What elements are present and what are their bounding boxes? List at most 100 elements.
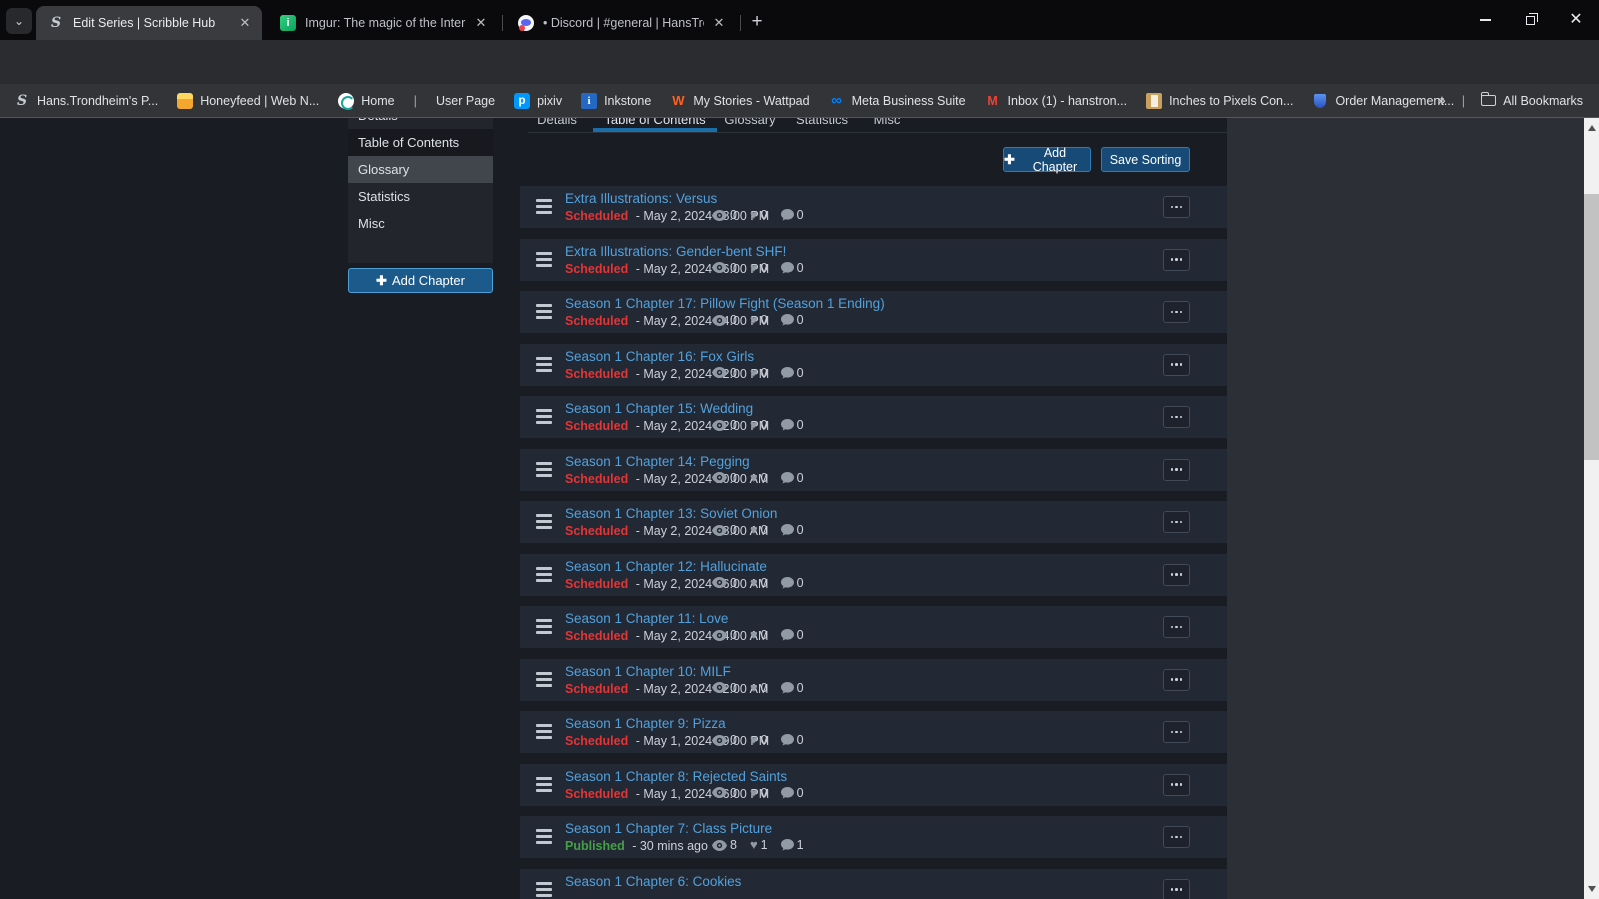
tab-details[interactable]: Details xyxy=(526,118,588,132)
sidebar-item-statistics[interactable]: Statistics xyxy=(348,183,493,210)
chapter-row: Season 1 Chapter 6: Cookies xyxy=(520,869,1227,899)
chapter-menu-button[interactable] xyxy=(1163,459,1190,481)
bookmark-item[interactable]: p pixiv xyxy=(514,93,562,109)
chapter-title-link[interactable]: Season 1 Chapter 16: Fox Girls xyxy=(565,348,769,365)
drag-handle-icon[interactable] xyxy=(536,567,552,582)
browser-tab-imgur[interactable]: i Imgur: The magic of the Interne ✕ xyxy=(268,6,498,40)
chapter-title-link[interactable]: Season 1 Chapter 12: Hallucinate xyxy=(565,558,768,575)
chapter-title-link[interactable]: Season 1 Chapter 17: Pillow Fight (Seaso… xyxy=(565,295,885,312)
tab-table-of-contents[interactable]: Table of Contents xyxy=(593,118,717,132)
bookmark-label: Inbox (1) - hanstron... xyxy=(1008,94,1128,108)
close-tab-icon[interactable]: ✕ xyxy=(236,14,254,32)
drag-handle-icon[interactable] xyxy=(536,252,552,267)
browser-tab-discord[interactable]: • Discord | #general | HansTron ✕ xyxy=(506,6,736,40)
chapter-title-link[interactable]: Season 1 Chapter 7: Class Picture xyxy=(565,820,772,837)
chapter-menu-button[interactable] xyxy=(1163,669,1190,691)
sidebar-add-chapter-button[interactable]: ✚ Add Chapter xyxy=(348,268,493,293)
chapter-menu-button[interactable] xyxy=(1163,879,1190,899)
tab-statistics[interactable]: Statistics xyxy=(785,118,859,132)
bookmark-item[interactable]: User Page xyxy=(436,94,495,108)
chapter-title-link[interactable]: Season 1 Chapter 10: MILF xyxy=(565,663,768,680)
drag-handle-icon[interactable] xyxy=(536,357,552,372)
chapter-menu-button[interactable] xyxy=(1163,616,1190,638)
drag-handle-icon[interactable] xyxy=(536,672,552,687)
drag-handle-icon[interactable] xyxy=(536,882,552,897)
restore-button[interactable] xyxy=(1507,0,1553,40)
chapter-stats: 0 ♥ 0 0 xyxy=(712,786,804,800)
all-bookmarks-button[interactable]: All Bookmarks xyxy=(1481,94,1583,108)
drag-handle-icon[interactable] xyxy=(536,304,552,319)
sidebar-item-details[interactable]: Details xyxy=(348,118,493,129)
new-tab-button[interactable]: + xyxy=(744,9,770,35)
chapter-menu-button[interactable] xyxy=(1163,511,1190,533)
drag-handle-icon[interactable] xyxy=(536,409,552,424)
chapter-menu-button[interactable] xyxy=(1163,406,1190,428)
series-sidebar: DetailsTable of ContentsGlossaryStatisti… xyxy=(348,118,493,263)
chapter-title-link[interactable]: Season 1 Chapter 8: Rejected Saints xyxy=(565,768,787,785)
bookmark-item[interactable]: W My Stories - Wattpad xyxy=(670,93,809,109)
drag-handle-icon[interactable] xyxy=(536,777,552,792)
chapter-menu-button[interactable] xyxy=(1163,301,1190,323)
bookmark-item[interactable]: i Inkstone xyxy=(581,93,651,109)
chapter-title-link[interactable]: Extra Illustrations: Versus xyxy=(565,190,769,207)
bookmark-item[interactable]: Inches to Pixels Con... xyxy=(1146,93,1293,109)
comments-count: 0 xyxy=(797,523,804,537)
bookmark-item[interactable]: Order Management... xyxy=(1312,93,1454,109)
chapter-title-link[interactable]: Season 1 Chapter 14: Pegging xyxy=(565,453,768,470)
page-scrollbar[interactable] xyxy=(1584,118,1599,899)
chapter-menu-button[interactable] xyxy=(1163,826,1190,848)
honeyfeed-icon xyxy=(177,93,193,109)
drag-handle-icon[interactable] xyxy=(536,514,552,529)
bookmark-item[interactable]: Honeyfeed | Web N... xyxy=(177,93,319,109)
scrollbar-thumb[interactable] xyxy=(1584,194,1599,460)
browser-tab-scribblehub[interactable]: S Edit Series | Scribble Hub ✕ xyxy=(36,6,262,40)
tab-misc[interactable]: Misc xyxy=(859,118,915,132)
drag-handle-icon[interactable] xyxy=(536,724,552,739)
views-count: 0 xyxy=(730,628,737,642)
comments-stat: 0 xyxy=(781,576,804,590)
close-tab-icon[interactable]: ✕ xyxy=(472,14,490,32)
drag-handle-icon[interactable] xyxy=(536,462,552,477)
tab-search-chevron-icon[interactable]: ⌄ xyxy=(6,8,32,34)
close-tab-icon[interactable]: ✕ xyxy=(710,14,728,32)
eye-icon xyxy=(712,367,727,378)
add-chapter-button[interactable]: ✚ Add Chapter xyxy=(1003,147,1091,172)
chapter-menu-button[interactable] xyxy=(1163,774,1190,796)
views-stat: 0 xyxy=(712,576,737,590)
bookmark-label: pixiv xyxy=(537,94,562,108)
tab-glossary[interactable]: Glossary xyxy=(715,118,785,132)
chapter-title-link[interactable]: Season 1 Chapter 13: Soviet Onion xyxy=(565,505,777,522)
views-stat: 0 xyxy=(712,366,737,380)
bookmarks-overflow-button[interactable]: » xyxy=(1437,92,1445,109)
chapter-menu-button[interactable] xyxy=(1163,721,1190,743)
chapter-title-link[interactable]: Season 1 Chapter 6: Cookies xyxy=(565,873,741,890)
comments-stat: 0 xyxy=(781,786,804,800)
sidebar-item-glossary[interactable]: Glossary xyxy=(348,156,493,183)
bookmark-item[interactable]: M Inbox (1) - hanstron... xyxy=(985,93,1128,109)
chapter-title-link[interactable]: Extra Illustrations: Gender-bent SHF! xyxy=(565,243,786,260)
chapter-row: Season 1 Chapter 12: Hallucinate Schedul… xyxy=(520,554,1227,596)
bookmark-item[interactable]: Home xyxy=(338,93,394,109)
chapter-menu-button[interactable] xyxy=(1163,196,1190,218)
chapter-title-link[interactable]: Season 1 Chapter 15: Wedding xyxy=(565,400,769,417)
chapter-title-link[interactable]: Season 1 Chapter 11: Love xyxy=(565,610,768,627)
drag-handle-icon[interactable] xyxy=(536,829,552,844)
close-window-button[interactable]: ✕ xyxy=(1553,0,1599,40)
scroll-up-arrow-icon[interactable] xyxy=(1588,125,1596,131)
drag-handle-icon[interactable] xyxy=(536,619,552,634)
chapter-menu-button[interactable] xyxy=(1163,564,1190,586)
chapter-menu-button[interactable] xyxy=(1163,249,1190,271)
sidebar-item-misc[interactable]: Misc xyxy=(348,210,493,237)
chapter-menu-button[interactable] xyxy=(1163,354,1190,376)
chapter-status: Scheduled xyxy=(565,367,628,381)
save-sorting-button[interactable]: Save Sorting xyxy=(1101,147,1190,172)
chapter-stats: 0 ♥ 0 0 xyxy=(712,523,804,537)
likes-count: 0 xyxy=(761,523,768,537)
sidebar-item-table-of-contents[interactable]: Table of Contents xyxy=(348,129,493,156)
scroll-down-arrow-icon[interactable] xyxy=(1588,886,1596,892)
bookmark-item[interactable]: ∞ Meta Business Suite xyxy=(829,93,966,109)
minimize-button[interactable] xyxy=(1462,0,1508,40)
chapter-title-link[interactable]: Season 1 Chapter 9: Pizza xyxy=(565,715,769,732)
drag-handle-icon[interactable] xyxy=(536,199,552,214)
bookmark-item[interactable]: S Hans.Trondheim's P... xyxy=(14,93,158,109)
